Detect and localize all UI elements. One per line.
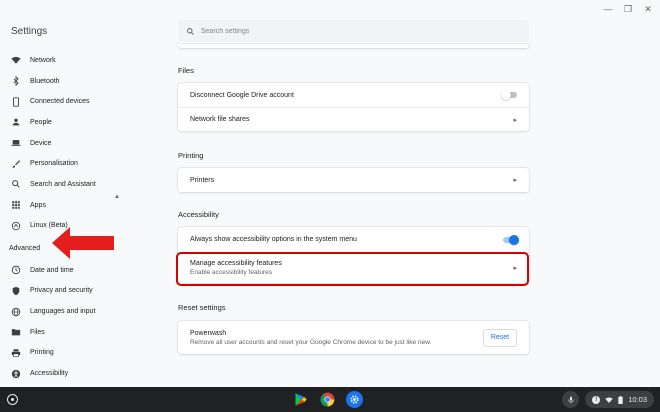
annotation-highlight-box	[176, 252, 529, 286]
sidebar-item-personalisation[interactable]: Personalisation	[0, 153, 140, 174]
brush-icon	[11, 159, 21, 169]
powerwash-row: Powerwash Remove all user accounts and r…	[178, 321, 529, 354]
play-store-icon[interactable]	[292, 391, 309, 408]
sidebar-item-label: People	[30, 118, 52, 126]
search-box[interactable]	[178, 20, 529, 42]
sidebar-item-label: Bluetooth	[30, 77, 60, 85]
clock-icon	[11, 265, 21, 275]
annotation-arrow	[52, 227, 114, 259]
sidebar-item-label: Date and time	[30, 266, 74, 274]
sidebar-item-device[interactable]: Device	[0, 133, 140, 154]
reset-button[interactable]: Reset	[483, 328, 517, 347]
microphone-icon[interactable]	[562, 391, 580, 408]
linux-icon	[11, 221, 21, 231]
person-icon	[11, 117, 21, 127]
sidebar-item-label: Accessibility	[30, 370, 69, 378]
disconnect-drive-toggle[interactable]	[501, 90, 517, 100]
chevron-right-icon: ▸	[513, 177, 517, 184]
window-controls: — ❐ ✕	[602, 4, 654, 15]
wifi-icon	[11, 55, 21, 65]
row-label: Network file shares	[190, 116, 250, 123]
reset-section-title: Reset settings	[178, 303, 226, 312]
printer-icon	[11, 348, 21, 358]
sidebar-item-label: Connected devices	[30, 98, 90, 106]
sidebar: Network Bluetooth Connected devices Peop…	[0, 50, 140, 384]
sidebar-advanced-label: Advanced	[9, 245, 41, 253]
info-icon: !	[592, 395, 601, 404]
sidebar-item-files[interactable]: Files	[0, 322, 140, 343]
shelf: ! 10:03	[0, 387, 660, 412]
sidebar-item-languages-and-input[interactable]: Languages and input	[0, 301, 140, 322]
laptop-icon	[11, 138, 21, 148]
reset-card: Powerwash Remove all user accounts and r…	[178, 321, 529, 354]
sidebar-item-label: Printing	[30, 349, 54, 357]
sidebar-item-label: Search and Assistant	[30, 180, 96, 188]
row-label: Disconnect Google Drive account	[190, 91, 294, 99]
accessibility-icon	[11, 369, 21, 379]
battery-icon	[618, 395, 623, 404]
files-section-title: Files	[178, 66, 194, 75]
search-icon	[187, 27, 194, 35]
sidebar-item-date-and-time[interactable]: Date and time	[0, 260, 140, 281]
sidebar-item-label: Apps	[30, 201, 46, 209]
row-label: Printers	[190, 176, 215, 184]
accessibility-section-title: Accessibility	[178, 210, 219, 219]
sidebar-item-label: Files	[30, 328, 45, 336]
search-icon	[11, 179, 21, 189]
network-file-shares-row[interactable]: Network file shares ▸	[178, 107, 529, 131]
system-tray[interactable]: ! 10:03	[562, 391, 654, 408]
settings-gear-icon[interactable]	[346, 391, 363, 408]
disconnect-drive-row[interactable]: Disconnect Google Drive account	[178, 83, 529, 107]
row-label: Powerwash	[190, 329, 227, 337]
sidebar-item-people[interactable]: People	[0, 112, 140, 133]
chevron-up-icon[interactable]: ▲	[114, 194, 120, 200]
sidebar-item-connected-devices[interactable]: Connected devices	[0, 91, 140, 112]
minimize-icon[interactable]: —	[602, 4, 614, 15]
chrome-icon[interactable]	[319, 391, 336, 408]
folder-icon	[11, 327, 21, 337]
chevron-right-icon: ▸	[513, 116, 517, 124]
maximize-icon[interactable]: ❐	[622, 4, 634, 15]
bluetooth-icon	[11, 76, 21, 87]
shelf-apps	[292, 391, 363, 408]
sidebar-item-label: Languages and input	[30, 308, 96, 316]
launcher-icon[interactable]	[7, 394, 18, 405]
sidebar-item-accessibility[interactable]: Accessibility	[0, 363, 140, 384]
shield-icon	[11, 286, 21, 296]
status-area[interactable]: ! 10:03	[585, 391, 654, 408]
wifi-icon	[605, 397, 613, 403]
globe-icon	[11, 307, 21, 317]
sidebar-item-network[interactable]: Network	[0, 50, 140, 71]
sidebar-item-search-and-assistant[interactable]: Search and Assistant	[0, 174, 140, 195]
printing-section-title: Printing	[178, 151, 204, 160]
sidebar-item-label: Device	[30, 139, 52, 147]
search-input[interactable]	[201, 27, 501, 35]
always-show-accessibility-row[interactable]: Always show accessibility options in the…	[178, 227, 529, 252]
sidebar-item-privacy-and-security[interactable]: Privacy and security	[0, 281, 140, 302]
close-icon[interactable]: ✕	[642, 4, 654, 15]
row-description: Remove all user accounts and reset your …	[190, 338, 432, 346]
apps-grid-icon	[11, 200, 21, 210]
row-label: Always show accessibility options in the…	[190, 236, 357, 243]
always-show-accessibility-toggle[interactable]	[503, 234, 519, 245]
printers-row[interactable]: Printers ▸	[178, 168, 529, 192]
files-card: Disconnect Google Drive account Network …	[178, 83, 529, 131]
sidebar-item-bluetooth[interactable]: Bluetooth	[0, 71, 140, 92]
printing-card: Printers ▸	[178, 168, 529, 192]
clock-time: 10:03	[628, 395, 647, 404]
sidebar-item-label: Privacy and security	[30, 287, 93, 295]
sidebar-item-label: Network	[30, 56, 56, 64]
sidebar-item-label: Personalisation	[30, 160, 78, 168]
previous-section-card	[178, 44, 529, 48]
phone-icon	[11, 97, 21, 107]
sidebar-item-printing[interactable]: Printing	[0, 343, 140, 364]
app-title: Settings	[11, 26, 48, 37]
